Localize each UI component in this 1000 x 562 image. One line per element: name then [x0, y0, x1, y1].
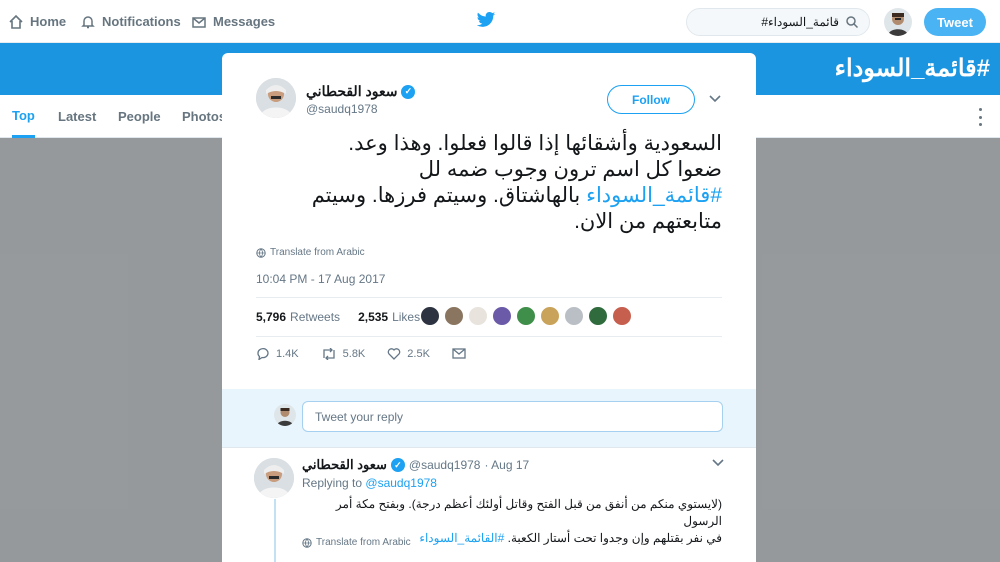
- hashtag-link[interactable]: #القائمة_السوداء: [419, 531, 504, 545]
- tweet-text-line: #قائمة_السوداء بالهاشتاق. وسيتم فرزها. و…: [256, 183, 722, 209]
- author-avatar[interactable]: [256, 78, 296, 118]
- tweet-stats: 5,796 Retweets 2,535 Likes: [256, 310, 420, 324]
- tweet-text-fragment: بالهاشتاق. وسيتم فرزها. وسيتم: [311, 184, 587, 207]
- home-icon: [9, 14, 23, 29]
- tweet-text-line: السعودية وأشقائها إذا قالوا فعلوا. وهذا …: [348, 132, 722, 155]
- nav-notifications[interactable]: Notifications: [80, 0, 181, 43]
- twitter-bird-icon[interactable]: [476, 11, 496, 34]
- nav-home-label: Home: [30, 14, 67, 29]
- retweet-count: 5.8K: [342, 347, 366, 360]
- author-name-text: سعود القحطاني: [306, 83, 398, 99]
- reply-date[interactable]: · Aug 17: [484, 458, 529, 472]
- tab-top[interactable]: Top: [12, 95, 35, 138]
- like-action[interactable]: 2.5K: [387, 347, 430, 360]
- search-icon[interactable]: [845, 15, 859, 29]
- liker-avatar[interactable]: [516, 306, 536, 326]
- divider: [222, 447, 756, 448]
- author-name[interactable]: ✓ سعود القحطاني: [306, 83, 416, 100]
- liker-avatar[interactable]: [420, 306, 440, 326]
- author-handle[interactable]: @saudq1978: [306, 102, 378, 116]
- reply-count: 1.4K: [276, 347, 299, 360]
- user-avatar[interactable]: [884, 8, 912, 36]
- message-action[interactable]: [452, 348, 466, 359]
- bell-icon: [81, 15, 95, 28]
- reply-author-avatar[interactable]: [254, 458, 294, 498]
- divider: [256, 297, 722, 298]
- nav-home[interactable]: Home: [8, 0, 66, 43]
- tweet-button[interactable]: Tweet: [924, 8, 986, 36]
- liker-avatar[interactable]: [492, 306, 512, 326]
- retweets-count[interactable]: 5,796: [256, 310, 286, 324]
- replying-prefix: Replying to: [302, 476, 363, 490]
- hashtag-link[interactable]: #قائمة_السوداء: [586, 184, 722, 207]
- liker-avatar[interactable]: [612, 306, 632, 326]
- tweet-text-line: متابعتهم من الان.: [574, 210, 722, 233]
- likes-count[interactable]: 2,535: [358, 310, 388, 324]
- retweet-icon: [322, 347, 335, 360]
- search-input[interactable]: #قائمة_السوداء: [686, 8, 870, 36]
- envelope-icon: [452, 348, 466, 359]
- reply-user-avatar: [274, 404, 296, 426]
- retweets-label[interactable]: Retweets: [290, 310, 340, 324]
- tab-latest[interactable]: Latest: [58, 95, 96, 138]
- nav-messages[interactable]: Messages: [191, 0, 275, 43]
- translate-label: Translate from Arabic: [316, 537, 411, 548]
- heart-icon: [388, 348, 401, 360]
- reply-tweet-header: سعود القحطاني ✓ @saudq1978 · Aug 17: [302, 457, 529, 473]
- tweet-timestamp: 10:04 PM - 17 Aug 2017: [256, 272, 386, 286]
- liker-avatar[interactable]: [564, 306, 584, 326]
- tab-people[interactable]: People: [118, 95, 161, 138]
- reply-text-fragment: في نفر بقتلهم وإن وجدوا تحت أستار الكعبة…: [507, 531, 722, 545]
- tweet-text: السعودية وأشقائها إذا قالوا فعلوا. وهذا …: [256, 131, 722, 235]
- liker-avatar[interactable]: [540, 306, 560, 326]
- banner-title: #قائمة_السوداء: [834, 55, 990, 82]
- follow-button[interactable]: Follow: [607, 85, 695, 114]
- nav-messages-label: Messages: [213, 14, 276, 29]
- globe-icon: [256, 247, 266, 258]
- translate-link[interactable]: Translate from Arabic: [302, 537, 411, 548]
- nav-notifications-label: Notifications: [102, 14, 181, 29]
- tweet-text-line: ضعوا كل اسم ترون وجوب ضمه لل: [418, 158, 722, 181]
- reply-icon: [257, 347, 269, 360]
- like-count: 2.5K: [407, 347, 430, 360]
- reply-author-name[interactable]: سعود القحطاني: [302, 457, 387, 473]
- reply-author-handle[interactable]: @saudq1978: [409, 458, 481, 472]
- likes-label[interactable]: Likes: [392, 310, 420, 324]
- tweet-modal: ✓ سعود القحطاني @saudq1978 Follow السعود…: [222, 53, 756, 562]
- replying-to: Replying to @saudq1978: [302, 476, 437, 490]
- verified-badge-icon: ✓: [390, 458, 405, 472]
- envelope-icon: [192, 16, 206, 28]
- search-value: #قائمة_السوداء: [761, 15, 839, 29]
- reply-action[interactable]: 1.4K: [256, 347, 299, 360]
- liker-avatar[interactable]: [588, 306, 608, 326]
- divider: [256, 336, 722, 337]
- replying-to-link[interactable]: @saudq1978: [365, 476, 437, 490]
- reply-text-line: (لايستوي منكم من أنفق من قبل الفتح وقاتل…: [335, 497, 722, 528]
- verified-badge-icon: ✓: [401, 84, 416, 99]
- thread-line: [274, 499, 276, 562]
- tab-photos[interactable]: Photos: [182, 95, 226, 138]
- translate-label: Translate from Arabic: [270, 247, 365, 258]
- liker-avatar[interactable]: [444, 306, 464, 326]
- chevron-down-icon[interactable]: [712, 459, 724, 467]
- globe-icon: [302, 537, 312, 548]
- liker-avatar[interactable]: [468, 306, 488, 326]
- more-options-icon[interactable]: [977, 108, 983, 126]
- tweet-actions: 1.4K 5.8K 2.5K: [256, 347, 488, 360]
- likers-avatars: [420, 306, 632, 326]
- translate-link[interactable]: Translate from Arabic: [256, 247, 365, 258]
- chevron-down-icon[interactable]: [709, 95, 721, 103]
- retweet-action[interactable]: 5.8K: [321, 347, 366, 360]
- reply-input[interactable]: Tweet your reply: [302, 401, 723, 432]
